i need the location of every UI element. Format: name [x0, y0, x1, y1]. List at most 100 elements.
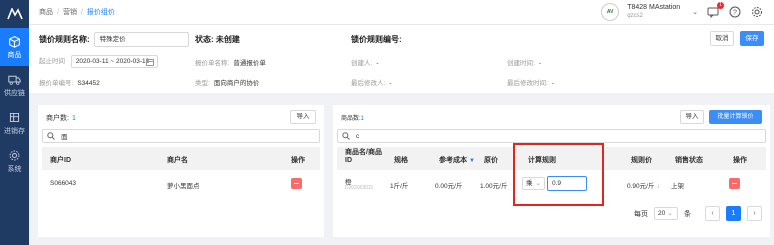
sort-desc-icon[interactable]: ▼	[469, 158, 475, 164]
chevron-down-icon: ⌄	[667, 210, 673, 217]
store-code: qzcs2	[627, 13, 643, 19]
search-icon	[47, 132, 55, 140]
calendar-icon	[145, 59, 154, 66]
save-button[interactable]: 保存	[740, 31, 764, 46]
notification-badge: 1	[717, 2, 724, 9]
date-range-value: 2020-03-11 ~ 2020-03-13	[75, 58, 150, 65]
chevron-right-icon: ›	[753, 210, 756, 217]
arrow-down-icon: ↓	[656, 184, 660, 190]
spec-cell: 1斤/斤	[390, 183, 409, 190]
next-page-button[interactable]: ›	[747, 206, 762, 221]
col-ref-cost-label: 参考成本	[439, 157, 467, 164]
remove-merchant-button[interactable]	[291, 178, 302, 189]
page-number-button[interactable]: 1	[726, 206, 741, 221]
help-button[interactable]: ?	[728, 5, 742, 19]
sidebar-item-label: 进销存	[4, 127, 25, 135]
status-value: 未创建	[215, 35, 240, 44]
app-logo[interactable]	[0, 0, 29, 28]
sidebar-item-system[interactable]: 系统	[0, 142, 29, 180]
col-sale-status: 销售状态	[675, 157, 703, 164]
type-label: 类型:	[195, 80, 210, 87]
sidebar-item-supply-chain[interactable]: 供应链	[0, 66, 29, 104]
creator-field: 创建人: -	[351, 57, 378, 67]
rule-name-input[interactable]: 特殊定价	[93, 32, 189, 47]
col-product-action: 操作	[733, 157, 747, 164]
quote-name-value: 普通报价单	[233, 60, 266, 67]
chevron-down-icon[interactable]: ⌄	[692, 8, 698, 16]
rule-price-cell: 0.90元/斤 ↓	[627, 180, 659, 190]
modifier-field: 最后修改人: -	[351, 77, 391, 87]
inventory-icon	[9, 112, 20, 122]
col-ref-cost: 参考成本 ▼	[439, 155, 475, 165]
product-import-button[interactable]: 导入	[680, 110, 704, 124]
sidebar-item-label: 商品	[7, 51, 22, 59]
svg-text:?: ?	[733, 10, 737, 17]
page-size-select[interactable]: 20 ⌄	[654, 207, 678, 220]
date-range-picker[interactable]: 2020-03-11 ~ 2020-03-13	[70, 55, 158, 68]
modifier-label: 最后修改人:	[351, 80, 386, 87]
merchant-count-label: 商户数:	[46, 115, 69, 122]
rule-code-label: 锁价规则编号:	[351, 35, 402, 44]
quote-name-label: 报价单名称:	[195, 60, 230, 67]
type-value: 面向商户的协价	[213, 80, 260, 87]
settings-icon	[752, 7, 762, 17]
rule-price-value: 0.90元/斤	[627, 183, 655, 190]
help-icon: ?	[729, 6, 741, 18]
logo-icon	[6, 8, 23, 20]
per-page-label: 每页	[634, 210, 648, 218]
creator-label: 创建人:	[351, 60, 373, 67]
breadcrumb-item[interactable]: 营销	[63, 7, 77, 17]
breadcrumb-item[interactable]: 商品	[39, 7, 53, 17]
col-merchant-name: 商户名	[167, 157, 188, 164]
sidebar-item-label: 系统	[7, 165, 22, 173]
page-unit-label: 条	[684, 210, 691, 218]
product-search-value: c	[356, 132, 360, 140]
modifier-value: -	[389, 80, 392, 87]
sidebar-item-products[interactable]: 商品	[0, 28, 29, 66]
created-time-field: 创建时间: -	[507, 57, 541, 67]
remove-product-button[interactable]	[729, 178, 740, 189]
merchant-name-cell: 萝小黑面点	[167, 183, 200, 190]
rule-name-label: 锁价规则名称:	[39, 35, 90, 44]
date-range-field: 起止时间 2020-03-11 ~ 2020-03-13	[39, 55, 158, 68]
col-product-name: 商品名/商品ID	[345, 149, 382, 164]
breadcrumb-current: 报价组价	[86, 9, 115, 16]
sidebar-item-label: 供应链	[4, 89, 25, 97]
creator-value: -	[376, 60, 379, 67]
batch-calc-button[interactable]: 批量计算锁价	[709, 110, 762, 124]
sidebar: 商品 供应链 进销存 系统	[0, 0, 29, 245]
store-name: T8428 MAstation	[627, 4, 681, 11]
product-search-input[interactable]: c	[337, 129, 766, 143]
merchant-search-input[interactable]: 面	[42, 129, 320, 143]
quote-name-field: 报价单名称: 普通报价单	[195, 57, 266, 67]
store-avatar[interactable]: AV	[601, 3, 620, 21]
sale-status-cell: 上架	[671, 183, 684, 190]
box-icon	[9, 35, 20, 48]
gear-icon	[9, 150, 20, 160]
merchant-panel: 商户数: 1 导入 面 商户ID 商户名 操作 S066043 萝小黑面点	[38, 105, 324, 237]
status-label: 状态:	[195, 35, 214, 44]
created-time-value: -	[538, 60, 541, 67]
breadcrumb-separator: /	[80, 8, 83, 16]
prev-page-button[interactable]: ‹	[705, 206, 720, 221]
quote-code-value: S34452	[77, 80, 100, 87]
store-switcher[interactable]: T8428 MAstation qzcs2	[627, 3, 680, 21]
calc-rule-highlight	[513, 143, 604, 206]
merchant-id-cell: S066043	[50, 180, 77, 187]
quote-code-label: 报价单编号:	[39, 80, 74, 87]
notification-button[interactable]: 1	[706, 2, 724, 19]
date-range-label: 起止时间	[39, 58, 65, 66]
ref-cost-cell: 0.00元/斤	[435, 183, 463, 190]
product-count-label: 商品数:	[341, 116, 361, 122]
col-spec: 规格	[394, 157, 408, 164]
top-bar: 商品 / 营销 / 报价组价 AV T8428 MAstation qzcs2 …	[29, 0, 774, 25]
sidebar-item-inventory[interactable]: 进销存	[0, 104, 29, 142]
status-display: 状态: 未创建	[195, 34, 240, 45]
chevron-left-icon: ‹	[711, 210, 714, 217]
created-time-label: 创建时间:	[507, 60, 535, 67]
settings-button[interactable]	[750, 5, 764, 19]
merchant-count-value: 1	[71, 115, 76, 122]
merchant-import-button[interactable]: 导入	[290, 110, 316, 124]
cancel-button[interactable]: 取消	[710, 31, 734, 46]
pagination: 每页 20 ⌄ 条 ‹ 1 ›	[634, 206, 762, 221]
